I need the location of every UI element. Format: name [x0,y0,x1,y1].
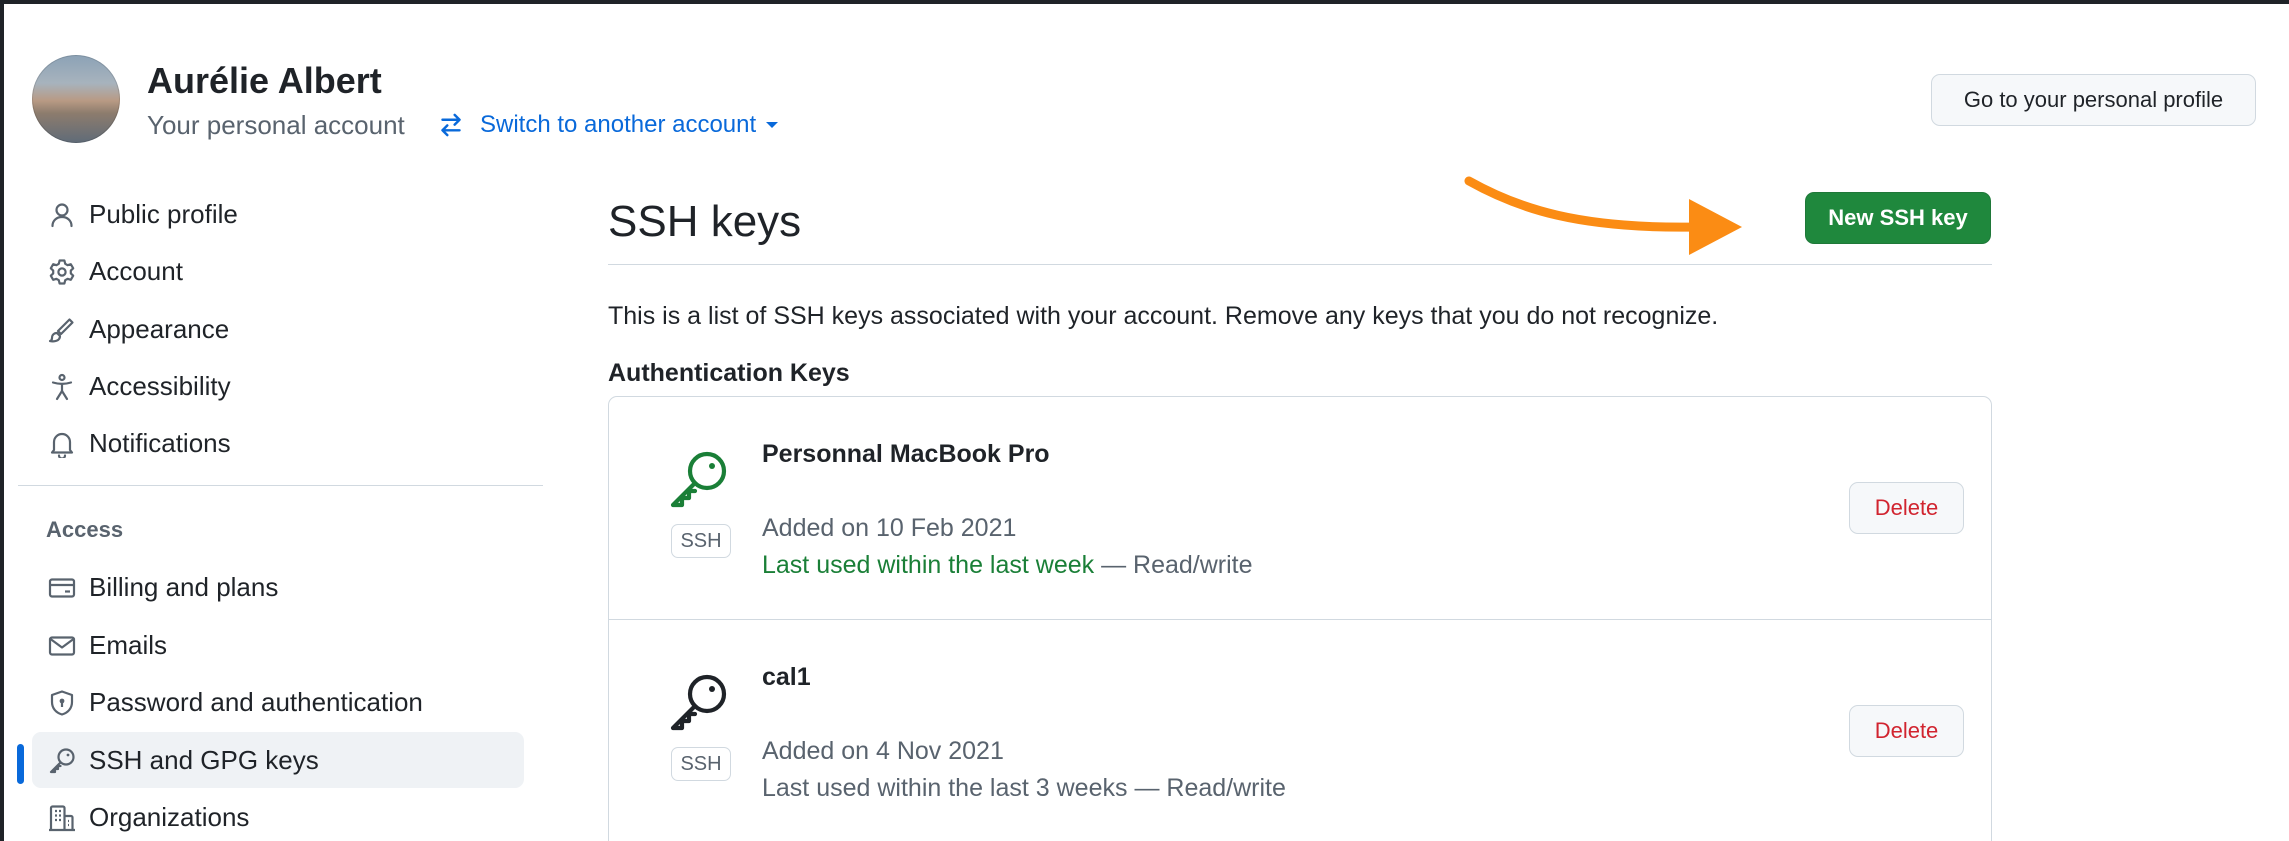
key-added-date: Added on 10 Feb 2021 [762,514,1017,542]
annotation-arrow-icon [1464,176,1742,255]
sidebar-item-label: Emails [89,630,168,660]
delete-key-button[interactable]: Delete [1849,482,1964,534]
sidebar-access-heading: Access [46,517,124,542]
key-access-level: — Read/write [1101,551,1253,579]
sidebar-item-label: Public profile [89,199,238,229]
sidebar-item-label: Notifications [89,428,231,458]
page-title: SSH keys [608,197,802,246]
organization-icon [49,805,75,832]
key-last-used-text: Last used within the last 3 weeks [762,774,1128,802]
sidebar-item-accessibility[interactable]: Accessibility [32,358,524,414]
sidebar-item-ssh-gpg-keys[interactable]: SSH and GPG keys [32,732,524,788]
gear-icon [49,259,75,285]
active-indicator [17,744,24,784]
sidebar-item-label: Accessibility [89,371,231,401]
settings-page: Aurélie Albert Your personal account Swi… [4,4,2289,841]
account-type-label: Your personal account [147,110,405,140]
sidebar-item-label: Appearance [89,314,230,344]
caret-down-icon [766,122,779,128]
section-heading: Authentication Keys [608,359,850,387]
sidebar-item-account[interactable]: Account [32,243,524,299]
sidebar-item-label: Organizations [89,802,250,832]
go-to-profile-button[interactable]: Go to your personal profile [1931,74,2256,126]
sidebar-item-label: SSH and GPG keys [89,745,319,775]
key-added-date: Added on 4 Nov 2021 [762,737,1004,765]
mail-icon [48,636,76,656]
sidebar-item-billing[interactable]: Billing and plans [32,559,524,615]
sidebar-item-public-profile[interactable]: Public profile [32,186,524,242]
user-name: Aurélie Albert [147,60,382,101]
key-last-used-text: Last used within the last week [762,551,1095,579]
delete-key-button[interactable]: Delete [1849,705,1964,757]
credit-card-icon [48,578,76,598]
key-icon [49,748,75,774]
sidebar-item-appearance[interactable]: Appearance [32,301,524,357]
paintbrush-icon [48,318,74,343]
arrow-switch-icon [441,113,461,137]
accessibility-icon [51,373,73,401]
ssh-badge: SSH [671,747,731,781]
ssh-key-row: SSH cal1 Added on 4 Nov 2021 Last used w… [609,619,1991,841]
key-last-used: Last used within the last 3 weeks — Read… [762,771,1286,805]
ssh-key-row: SSH Personnal MacBook Pro Added on 10 Fe… [609,397,1991,619]
key-title: cal1 [762,663,811,691]
ssh-badge: SSH [671,524,731,558]
switch-account-label: Switch to another account [480,111,757,138]
sidebar-item-password-authentication[interactable]: Password and authentication [32,674,524,730]
key-access-level: — Read/write [1134,774,1286,802]
sidebar-divider [18,485,543,486]
key-icon [670,674,727,731]
shield-lock-icon [50,690,74,716]
ssh-key-list: SSH Personnal MacBook Pro Added on 10 Fe… [608,396,1992,841]
new-ssh-key-button[interactable]: New SSH key [1805,192,1991,244]
switch-account-link[interactable]: Switch to another account [438,107,795,143]
page-description: This is a list of SSH keys associated wi… [608,302,1719,330]
person-icon [51,203,73,228]
bell-icon [50,432,74,458]
avatar[interactable] [32,55,120,143]
sidebar-item-label: Account [89,256,183,286]
sidebar-item-emails[interactable]: Emails [32,617,524,673]
sidebar-item-notifications[interactable]: Notifications [32,415,524,471]
key-title: Personnal MacBook Pro [762,440,1050,468]
sidebar-item-organizations[interactable]: Organizations [32,789,524,841]
key-last-used: Last used within the last week — Read/wr… [762,548,1253,582]
key-icon [670,451,727,508]
sidebar-item-label: Billing and plans [89,572,279,602]
title-divider [608,264,1992,265]
sidebar-item-label: Password and authentication [89,687,423,717]
